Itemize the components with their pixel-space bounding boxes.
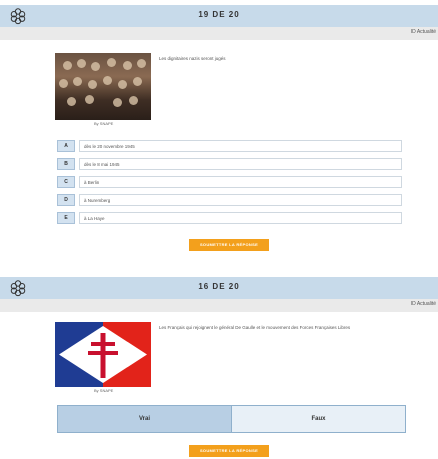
true-button[interactable]: Vrai — [57, 405, 232, 433]
choice-letter[interactable]: E — [57, 212, 75, 224]
free-france-flag-image — [55, 322, 151, 387]
submit-answer-button[interactable]: SOUMETTRE LA RÉPONSE — [189, 445, 269, 457]
answer-choice-d[interactable]: D à Nuremberg — [57, 194, 402, 206]
choice-letter[interactable]: A — [57, 140, 75, 152]
choice-letter[interactable]: D — [57, 194, 75, 206]
image-credit: By SNAPE — [94, 388, 114, 393]
false-button[interactable]: Faux — [231, 405, 406, 433]
choice-letter[interactable]: C — [57, 176, 75, 188]
image-credit: By SNAPE — [94, 121, 114, 126]
question-counter: 19 DE 20 — [198, 10, 240, 19]
choice-text[interactable]: à La Haye — [79, 212, 402, 224]
quiz-panel-question-19: 19 DE 20 ID Actualité By SNAPE Les digni… — [0, 0, 438, 262]
question-counter: 16 DE 20 — [198, 282, 240, 291]
choice-text[interactable]: à Nuremberg — [79, 194, 402, 206]
category-link[interactable]: ID Actualité — [411, 301, 436, 307]
lorraine-cross-flag-icon — [55, 322, 151, 387]
quiz-header: 16 DE 20 — [0, 277, 438, 299]
answer-choice-a[interactable]: A dès le 20 novembre 1945 — [57, 140, 402, 152]
submit-answer-button[interactable]: SOUMETTRE LA RÉPONSE — [189, 239, 269, 251]
answer-choice-e[interactable]: E à La Haye — [57, 212, 402, 224]
choice-text[interactable]: dès le 8 mai 1945 — [79, 158, 402, 170]
answer-choice-b[interactable]: B dès le 8 mai 1945 — [57, 158, 402, 170]
choice-text[interactable]: dès le 20 novembre 1945 — [79, 140, 402, 152]
answer-choice-c[interactable]: C à Berlin — [57, 176, 402, 188]
category-link[interactable]: ID Actualité — [411, 29, 436, 35]
question-text: Les dignitaires nazis seront jugés — [159, 56, 226, 61]
quiz-header: 19 DE 20 — [0, 5, 438, 27]
question-photo — [55, 53, 151, 120]
choice-text[interactable]: à Berlin — [79, 176, 402, 188]
sub-header-bar: ID Actualité — [0, 299, 438, 312]
quiz-panel-question-16: 16 DE 20 ID Actualité By SNAPE Les Franç… — [0, 272, 438, 459]
choice-letter[interactable]: B — [57, 158, 75, 170]
question-text: Les Français qui rejoignent le général D… — [159, 325, 351, 330]
sub-header-bar: ID Actualité — [0, 27, 438, 40]
